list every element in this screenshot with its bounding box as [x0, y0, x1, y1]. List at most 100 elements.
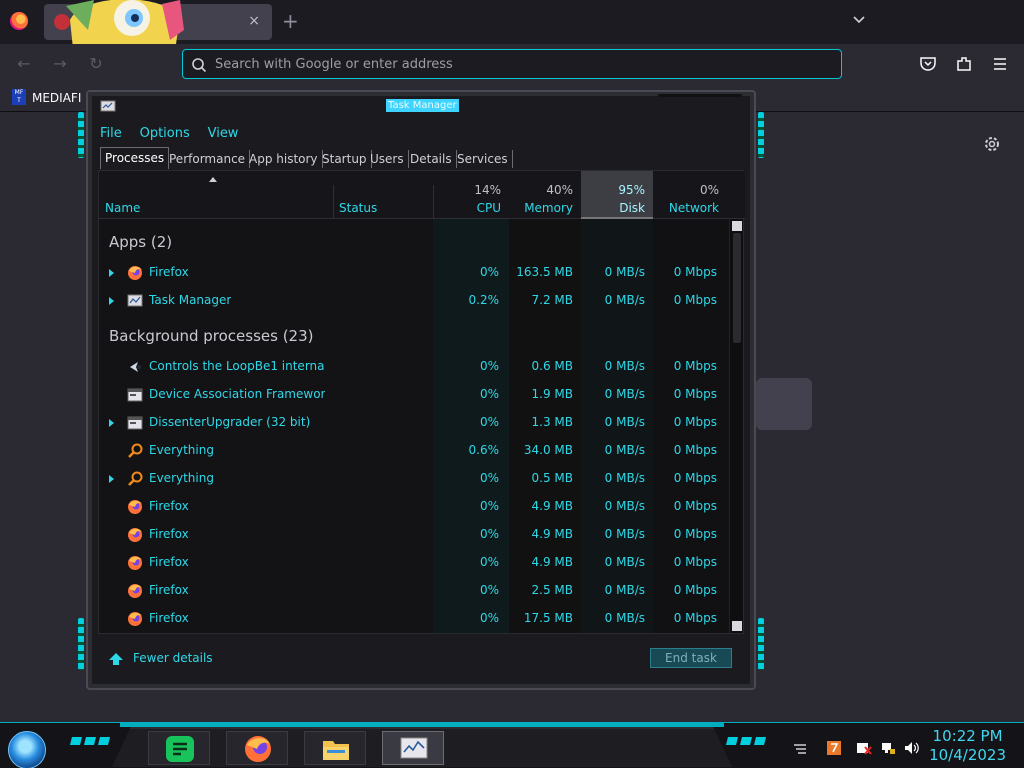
- taskbar-app-task-manager[interactable]: [382, 731, 444, 765]
- process-memory: 163.5 MB: [516, 265, 573, 279]
- process-disk: 0 MB/s: [604, 265, 645, 279]
- chevron-down-icon[interactable]: [852, 12, 866, 26]
- column-divider: [333, 185, 334, 219]
- column-header-cpu[interactable]: 14% CPU: [433, 171, 509, 219]
- taskbar-accent-line: [120, 723, 724, 727]
- firefox-icon: [128, 584, 142, 598]
- security-alert-icon[interactable]: [856, 741, 872, 755]
- column-header-status[interactable]: Status: [339, 201, 377, 215]
- process-row[interactable]: Everything 0.6% 34.0 MB 0 MB/s 0 Mbps: [99, 437, 727, 465]
- taskbar-app-explorer[interactable]: [304, 731, 366, 765]
- start-button[interactable]: [8, 731, 46, 768]
- process-memory: 17.5 MB: [523, 611, 573, 625]
- clock-time: 10:22 PM: [932, 727, 1003, 745]
- process-disk: 0 MB/s: [604, 387, 645, 401]
- fewer-details-arrow-icon[interactable]: [108, 652, 124, 666]
- process-name: DissenterUpgrader (32 bit): [149, 415, 311, 429]
- menu-file[interactable]: File: [100, 126, 122, 141]
- process-cpu: 0%: [479, 611, 499, 625]
- bookmark-link[interactable]: MEDIAFI: [32, 91, 81, 105]
- fewer-details-link[interactable]: Fewer details: [133, 651, 213, 665]
- process-memory: 2.5 MB: [531, 583, 573, 597]
- tab-users[interactable]: Users: [366, 150, 409, 168]
- sort-ascending-icon: [209, 177, 217, 182]
- back-arrow-icon[interactable]: ←: [14, 54, 34, 74]
- process-row[interactable]: Everything 0% 0.5 MB 0 MB/s 0 Mbps: [99, 465, 727, 493]
- process-memory: 34.0 MB: [523, 443, 573, 457]
- taskbar-app-notes[interactable]: [148, 731, 210, 765]
- taskbar-decoration: [726, 737, 766, 745]
- address-bar[interactable]: [182, 49, 842, 79]
- column-header-network[interactable]: 0% Network: [653, 171, 727, 219]
- process-row[interactable]: Firefox 0% 4.9 MB 0 MB/s 0 Mbps: [99, 493, 727, 521]
- process-row[interactable]: Firefox 0% 163.5 MB 0 MB/s 0 Mbps: [99, 259, 727, 287]
- group-header-apps: Apps (2): [109, 233, 173, 251]
- column-header-memory[interactable]: 40% Memory: [509, 171, 581, 219]
- tray-app-icon[interactable]: [826, 741, 842, 755]
- frame-decoration: [758, 618, 764, 670]
- system-clock[interactable]: 10:22 PM 10/4/2023: [929, 727, 1006, 765]
- notes-app-icon: [166, 736, 194, 762]
- taskbar-app-firefox[interactable]: [226, 731, 288, 765]
- tab-services[interactable]: Services: [453, 150, 513, 168]
- process-row[interactable]: Device Association Framework ... 0% 1.9 MB…: [99, 381, 727, 409]
- expand-chevron-icon[interactable]: [109, 419, 115, 427]
- process-disk: 0 MB/s: [604, 443, 645, 457]
- end-task-button[interactable]: End task: [650, 648, 732, 668]
- firefox-menu-icon[interactable]: [10, 12, 28, 30]
- pocket-icon[interactable]: [918, 54, 938, 74]
- firefox-icon: [128, 556, 142, 570]
- search-icon: [192, 58, 207, 73]
- process-row[interactable]: Task Manager 0.2% 7.2 MB 0 MB/s 0 Mbps: [99, 287, 727, 315]
- process-network: 0 Mbps: [673, 415, 717, 429]
- tab-processes[interactable]: Processes: [100, 147, 170, 169]
- expand-chevron-icon[interactable]: [109, 475, 115, 483]
- reload-icon[interactable]: ↻: [86, 54, 106, 74]
- process-cpu: 0%: [479, 499, 499, 513]
- process-row[interactable]: Firefox 0% 2.5 MB 0 MB/s 0 Mbps: [99, 577, 727, 605]
- title-bar-grip[interactable]: [658, 94, 742, 104]
- task-manager-icon: [127, 294, 143, 307]
- process-disk: 0 MB/s: [604, 583, 645, 597]
- url-input[interactable]: [215, 54, 815, 74]
- show-hidden-icons-icon[interactable]: [792, 741, 808, 755]
- tab-details[interactable]: Details: [406, 150, 457, 168]
- volume-icon[interactable]: [904, 741, 920, 755]
- scroll-thumb[interactable]: [733, 233, 741, 343]
- process-row[interactable]: Firefox 0% 4.9 MB 0 MB/s 0 Mbps: [99, 549, 727, 577]
- tab-close-button[interactable]: ×: [248, 12, 260, 30]
- process-name: Firefox: [149, 555, 189, 569]
- process-network: 0 Mbps: [673, 293, 717, 307]
- expand-chevron-icon[interactable]: [109, 297, 115, 305]
- process-row[interactable]: Firefox 0% 4.9 MB 0 MB/s 0 Mbps: [99, 521, 727, 549]
- process-name: Firefox: [149, 499, 189, 513]
- tab-startup[interactable]: Startup: [318, 150, 372, 168]
- process-row[interactable]: DissenterUpgrader (32 bit) 0% 1.3 MB 0 MB/s…: [99, 409, 727, 437]
- page-content-card[interactable]: [756, 378, 812, 430]
- scroll-up-button[interactable]: [732, 221, 742, 231]
- gear-icon[interactable]: [982, 134, 1002, 154]
- service-window-icon: [127, 388, 143, 402]
- process-row[interactable]: Firefox 0% 17.5 MB 0 MB/s 0 Mbps: [99, 605, 727, 633]
- cpu-total-percent: 14%: [474, 183, 501, 197]
- process-row[interactable]: Controls the LoopBe1 internal ... 0% 0.6 M…: [99, 353, 727, 381]
- menu-options[interactable]: Options: [140, 126, 190, 141]
- hamburger-menu-icon[interactable]: [990, 54, 1010, 74]
- window-title: Task Manager: [386, 99, 459, 112]
- expand-chevron-icon[interactable]: [109, 269, 115, 277]
- process-cpu: 0%: [479, 415, 499, 429]
- extensions-icon[interactable]: [954, 54, 974, 74]
- vertical-scrollbar[interactable]: [729, 219, 743, 633]
- new-tab-button[interactable]: +: [282, 10, 299, 32]
- forward-arrow-icon[interactable]: →: [50, 54, 70, 74]
- column-header-disk[interactable]: 95% Disk: [581, 171, 653, 219]
- tab-app-history[interactable]: App history: [245, 150, 323, 168]
- process-network: 0 Mbps: [673, 265, 717, 279]
- network-icon[interactable]: [880, 741, 896, 755]
- tab-performance[interactable]: Performance: [165, 150, 251, 168]
- column-header-name[interactable]: Name: [105, 201, 140, 215]
- menu-view[interactable]: View: [208, 126, 239, 141]
- firefox-icon: [128, 528, 142, 542]
- process-name: Everything: [149, 443, 214, 457]
- scroll-down-button[interactable]: [732, 621, 742, 631]
